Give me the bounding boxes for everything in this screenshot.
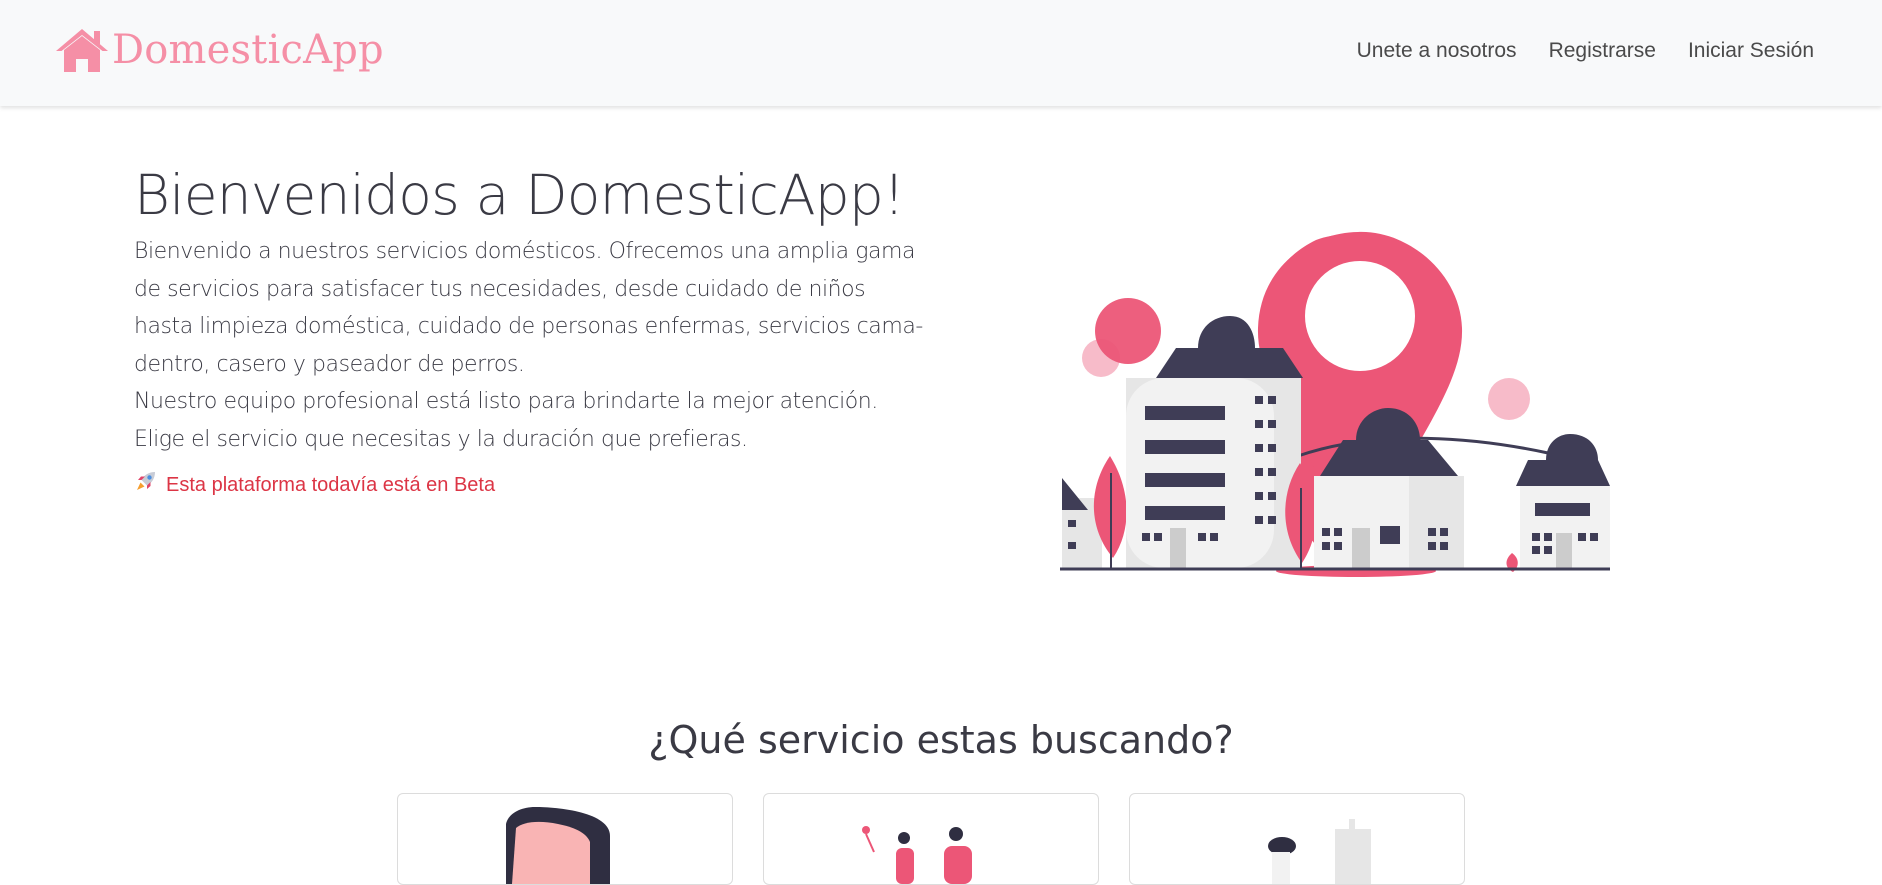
nav-link-join[interactable]: Unete a nosotros [1357, 33, 1517, 69]
nav-link-login[interactable]: Iniciar Sesión [1688, 33, 1814, 69]
brand-logo-link[interactable]: DomesticApp [54, 22, 384, 78]
service-cards [397, 793, 1465, 885]
rocket-icon [134, 469, 158, 501]
hero-section: Bienvenidos a DomesticApp! Bienvenido a … [134, 160, 924, 501]
hero-paragraph-1: Bienvenido a nuestros servicios doméstic… [134, 239, 923, 377]
service-card-3[interactable] [1129, 793, 1465, 885]
hero-description: Bienvenido a nuestros servicios doméstic… [134, 233, 924, 458]
service-card-2-image [862, 826, 972, 884]
house-icon [54, 26, 110, 74]
beta-notice: Esta plataforma todavía está en Beta [134, 469, 924, 501]
beta-text: Esta plataforma todavía está en Beta [166, 474, 496, 496]
hero-paragraph-3: Elige el servicio que necesitas y la dur… [134, 426, 748, 452]
city-location-illustration [1058, 228, 1618, 592]
hero-paragraph-2: Nuestro equipo profesional está listo pa… [134, 389, 878, 414]
nav-links: Unete a nosotros Registrarse Iniciar Ses… [1357, 33, 1814, 69]
brand-name: DomesticApp [112, 27, 384, 73]
service-card-1[interactable] [397, 793, 733, 885]
service-card-3-image [1268, 819, 1371, 884]
services-title: ¿Qué servicio estas buscando? [648, 718, 1234, 762]
nav-link-register[interactable]: Registrarse [1549, 33, 1656, 69]
navbar: DomesticApp Unete a nosotros Registrarse… [0, 0, 1882, 106]
hero-title: Bienvenidos a DomesticApp! [134, 163, 905, 227]
service-card-2[interactable] [763, 793, 1099, 885]
service-card-1-image [506, 807, 610, 884]
